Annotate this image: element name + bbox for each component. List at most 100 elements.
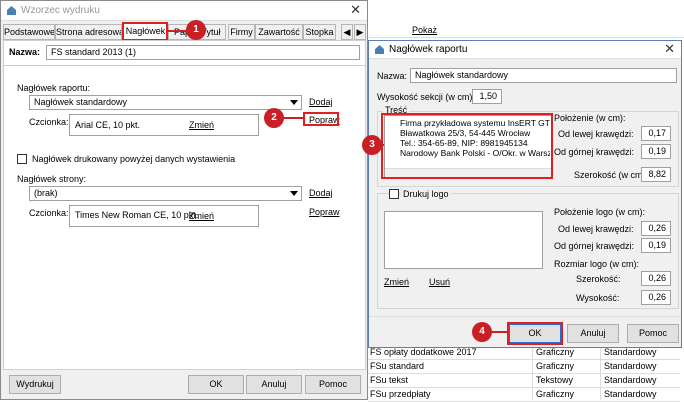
- tab-scroll-right[interactable]: ▶: [354, 24, 366, 40]
- printed-above-label: Nagłówek drukowany powyżej danych wystaw…: [32, 154, 236, 164]
- delete-logo-link[interactable]: Usuń: [429, 277, 450, 287]
- chevron-down-icon: [290, 100, 298, 105]
- logo-position-label: Położenie logo (w cm):: [554, 207, 646, 217]
- print-template-titlebar: Wzorzec wydruku ✕: [1, 1, 367, 21]
- cancel-button[interactable]: Anuluj: [567, 324, 619, 343]
- row-type: Graficzny: [536, 389, 575, 399]
- tab-content[interactable]: Zawartość: [255, 24, 303, 40]
- position-label: Położenie (w cm):: [554, 113, 626, 123]
- top-edge-label: Od górnej krawędzi:: [554, 147, 635, 157]
- row-name: FS opłaty dodatkowe 2017: [370, 347, 477, 357]
- report-header-label: Nagłówek raportu:: [17, 83, 91, 93]
- print-button[interactable]: Wydrukuj: [9, 375, 61, 394]
- badge-connector: [282, 117, 304, 119]
- logo-size-label: Rozmiar logo (w cm):: [554, 259, 640, 269]
- logo-width-label: Szerokość:: [576, 274, 621, 284]
- row-kind: Standardowy: [604, 347, 657, 357]
- print-template-dialog: Wzorzec wydruku ✕ Podstawowe Strona adre…: [0, 0, 368, 400]
- help-button[interactable]: Pomoc: [627, 324, 679, 343]
- report-header-titlebar: Nagłówek raportu ✕: [369, 41, 681, 59]
- edit-page-header-link[interactable]: Popraw: [309, 207, 340, 217]
- row-name: FSu tekst: [370, 375, 409, 385]
- content-highlight: [381, 113, 553, 179]
- row-type: Graficzny: [536, 347, 575, 357]
- logo-top-label: Od górnej krawędzi:: [554, 241, 635, 251]
- font-value-2: Times New Roman CE, 10 pkt.: [75, 210, 199, 220]
- row-kind: Standardowy: [604, 375, 657, 385]
- table-row[interactable]: FSu standard Graficzny Standardowy: [368, 360, 680, 374]
- name-field[interactable]: Nagłówek standardowy: [410, 68, 677, 83]
- close-icon[interactable]: ✕: [350, 3, 361, 17]
- page-header-value: (brak): [34, 188, 58, 198]
- table-row[interactable]: FS opłaty dodatkowe 2017 Graficzny Standar…: [368, 346, 680, 360]
- chevron-down-icon: [290, 191, 298, 196]
- help-button[interactable]: Pomoc: [305, 375, 361, 394]
- width-label: Szerokość (w cm):: [574, 170, 649, 180]
- printed-above-checkbox[interactable]: [17, 154, 27, 164]
- add-page-header-link[interactable]: Dodaj: [309, 188, 333, 198]
- tab-companies[interactable]: Firmy: [228, 24, 255, 40]
- font-value: Arial CE, 10 pkt.: [75, 120, 141, 130]
- app-icon: [375, 45, 384, 54]
- section-height-field[interactable]: 1,50: [472, 89, 502, 104]
- close-icon[interactable]: ✕: [664, 42, 675, 56]
- show-link[interactable]: Pokaż: [412, 25, 437, 35]
- logo-top-field[interactable]: 0,19: [641, 238, 671, 253]
- step-badge-3: 3: [362, 135, 382, 155]
- logo-height-field[interactable]: 0,26: [641, 290, 671, 305]
- logo-height-label: Wysokość:: [576, 293, 620, 303]
- panel-divider: [3, 65, 366, 66]
- step-badge-1: 1: [186, 20, 206, 40]
- change-font-link-2[interactable]: Zmień: [189, 211, 214, 221]
- row-kind: Standardowy: [604, 361, 657, 371]
- row-type: Tekstowy: [536, 375, 574, 385]
- row-type: Graficzny: [536, 361, 575, 371]
- name-field[interactable]: FS standard 2013 (1): [46, 45, 360, 60]
- print-logo-checkbox[interactable]: [389, 189, 399, 199]
- name-label: Nazwa:: [9, 47, 41, 57]
- logo-left-label: Od lewej krawędzi:: [558, 224, 634, 234]
- left-edge-field[interactable]: 0,17: [641, 126, 671, 141]
- report-header-dialog: Nagłówek raportu ✕ Nazwa: Nagłówek stand…: [368, 40, 682, 348]
- font-label: Czcionka:: [29, 117, 69, 127]
- tab-footer[interactable]: Stopka: [303, 24, 336, 40]
- tab-address-page[interactable]: Strona adresowa: [55, 24, 122, 40]
- grid-column-divider: [532, 346, 533, 400]
- logo-width-field[interactable]: 0,26: [641, 271, 671, 286]
- report-header-select[interactable]: Nagłówek standardowy: [29, 95, 302, 110]
- ok-highlight: [507, 322, 563, 345]
- table-row[interactable]: FSu tekst Tekstowy Standardowy: [368, 374, 680, 388]
- step-badge-4: 4: [472, 322, 492, 342]
- row-name: FSu standard: [370, 361, 425, 371]
- dialog-divider: [369, 316, 681, 317]
- step-badge-2: 2: [264, 108, 284, 128]
- width-field[interactable]: 8,82: [641, 167, 671, 182]
- print-logo-label: Drukuj logo: [401, 189, 451, 199]
- tab-basic[interactable]: Podstawowe: [3, 24, 55, 40]
- top-edge-field[interactable]: 0,19: [641, 144, 671, 159]
- report-header-value: Nagłówek standardowy: [34, 97, 128, 107]
- badge-connector: [490, 331, 508, 333]
- change-logo-link[interactable]: Zmień: [384, 277, 409, 287]
- grid-column-divider: [600, 346, 601, 400]
- font-label-2: Czcionka:: [29, 208, 69, 218]
- add-report-header-link[interactable]: Dodaj: [309, 97, 333, 107]
- ok-button[interactable]: OK: [188, 375, 244, 394]
- page-header-select[interactable]: (brak): [29, 186, 302, 201]
- left-edge-label: Od lewej krawędzi:: [558, 129, 634, 139]
- dialog-title: Nagłówek raportu: [389, 44, 468, 55]
- name-label: Nazwa:: [377, 71, 408, 81]
- cancel-button[interactable]: Anuluj: [246, 375, 302, 394]
- row-kind: Standardowy: [604, 389, 657, 399]
- logo-left-field[interactable]: 0,26: [641, 221, 671, 236]
- section-height-label: Wysokość sekcji (w cm):: [377, 92, 475, 102]
- app-icon: [7, 6, 16, 15]
- tab-header-highlight: [122, 22, 168, 41]
- edit-link-highlight: [303, 112, 339, 126]
- tab-scroll-left[interactable]: ◀: [341, 24, 353, 40]
- change-font-link[interactable]: Zmień: [189, 120, 214, 130]
- page-header-label: Nagłówek strony:: [17, 174, 87, 184]
- logo-preview: [384, 211, 543, 269]
- dialog-title: Wzorzec wydruku: [21, 5, 100, 16]
- row-name: FSu przedpłaty: [370, 389, 431, 399]
